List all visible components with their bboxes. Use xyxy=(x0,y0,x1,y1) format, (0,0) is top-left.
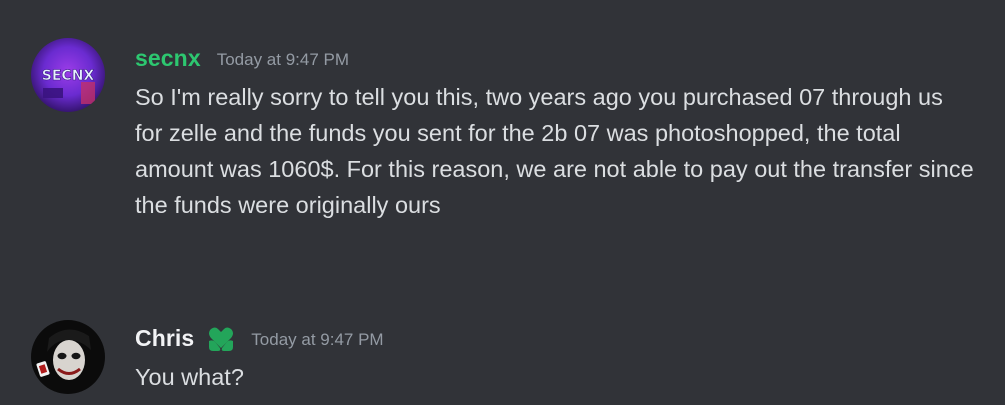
username[interactable]: secnx xyxy=(135,45,201,72)
message-header: Chris Today at 9:47 PM xyxy=(135,318,384,358)
timestamp[interactable]: Today at 9:47 PM xyxy=(217,50,349,70)
message-content: So I'm really sorry to tell you this, tw… xyxy=(135,84,974,218)
message-content: You what? xyxy=(135,364,244,390)
username[interactable]: Chris xyxy=(135,325,194,352)
timestamp[interactable]: Today at 9:47 PM xyxy=(251,330,383,350)
avatar[interactable] xyxy=(31,320,105,394)
message-header: secnx Today at 9:47 PM xyxy=(135,38,349,78)
chat-message-list: SECNX secnx Today at 9:47 PM So I'm real… xyxy=(0,0,1005,405)
avatar[interactable]: SECNX xyxy=(31,38,105,112)
joker-avatar xyxy=(31,320,105,394)
avatar-logo-text: SECNX xyxy=(42,68,95,84)
heart-hands-icon[interactable] xyxy=(204,321,238,355)
secnx-logo-avatar: SECNX xyxy=(31,38,105,112)
